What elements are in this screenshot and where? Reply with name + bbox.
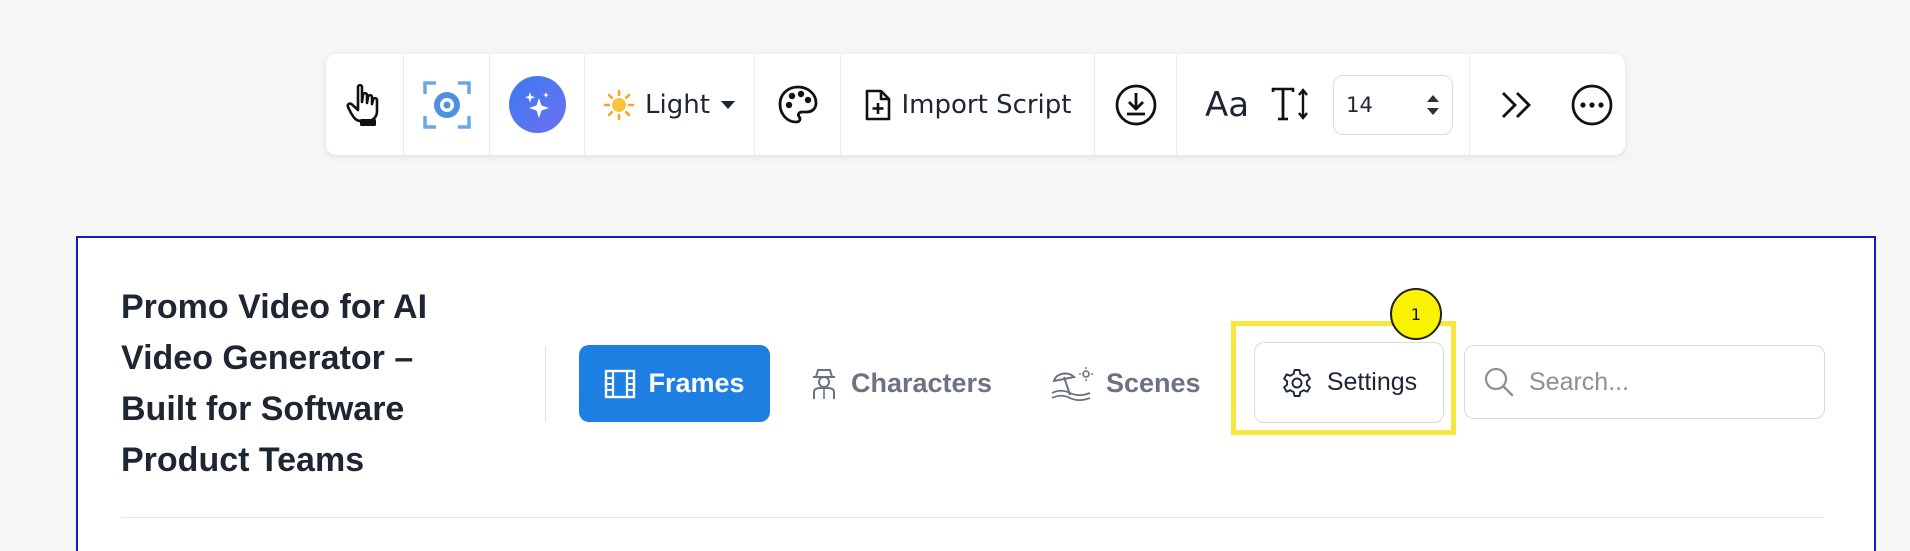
caret-down-icon <box>720 100 735 109</box>
toolbar-group-more <box>1470 54 1625 155</box>
step-badge: 1 <box>1390 288 1442 340</box>
search-input[interactable] <box>1529 367 1789 397</box>
font-family-button[interactable]: Aa <box>1205 85 1249 125</box>
settings-label: Settings <box>1326 368 1418 396</box>
toolbar-group-palette <box>755 54 841 155</box>
file-plus-icon <box>865 89 890 120</box>
film-icon <box>605 369 636 398</box>
search-box[interactable] <box>1464 345 1825 419</box>
tab-characters[interactable]: Characters <box>809 345 992 422</box>
tab-frames-label: Frames <box>648 368 745 398</box>
download-circle-icon[interactable] <box>1114 83 1158 127</box>
font-size-stepper[interactable]: 14 <box>1333 74 1454 135</box>
theme-label: Light <box>645 89 710 120</box>
project-title: Promo Video for AI Video Generator – Bui… <box>121 288 428 479</box>
project-panel: Promo Video for AI Video Generator – Bui… <box>76 236 1876 551</box>
toolbar-group-typography: Aa 14 <box>1177 54 1470 155</box>
import-script-button[interactable]: Import Script <box>864 88 1072 122</box>
toolbar-group-hand <box>326 54 404 155</box>
horizontal-divider <box>121 517 1824 518</box>
sun-icon <box>603 89 635 120</box>
vertical-divider <box>545 346 546 422</box>
double-chevron-right-icon[interactable] <box>1500 90 1534 120</box>
beach-scene-icon <box>1051 366 1093 401</box>
tab-scenes[interactable]: Scenes <box>1050 345 1201 422</box>
sparkles-icon <box>525 91 549 118</box>
settings-button[interactable]: Settings <box>1254 342 1444 423</box>
focus-target-icon[interactable] <box>422 80 472 130</box>
stepper-down-icon[interactable] <box>1426 107 1440 116</box>
pointer-hand-icon[interactable] <box>346 83 384 127</box>
stepper-up-icon[interactable] <box>1426 94 1440 103</box>
toolbar-group-download <box>1095 54 1177 155</box>
character-icon <box>813 368 835 399</box>
tab-frames[interactable]: Frames <box>579 345 770 422</box>
theme-dropdown[interactable]: Light <box>603 89 736 121</box>
toolbar-group-import: Import Script <box>841 54 1095 155</box>
ellipsis-circle-icon[interactable] <box>1570 83 1614 127</box>
import-script-label: Import Script <box>901 89 1072 120</box>
top-toolbar: Light Import Script Aa 14 <box>326 54 1625 155</box>
font-size-value: 14 <box>1346 92 1373 117</box>
tab-scenes-label: Scenes <box>1106 368 1201 398</box>
toolbar-group-ai <box>490 54 585 155</box>
toolbar-group-focus <box>404 54 490 155</box>
search-icon <box>1484 367 1514 397</box>
ai-generate-button[interactable] <box>508 76 566 133</box>
gear-icon <box>1282 368 1311 397</box>
tab-characters-label: Characters <box>851 368 993 398</box>
palette-icon[interactable] <box>777 84 819 126</box>
toolbar-group-theme: Light <box>585 54 755 155</box>
text-height-icon[interactable] <box>1271 87 1311 123</box>
